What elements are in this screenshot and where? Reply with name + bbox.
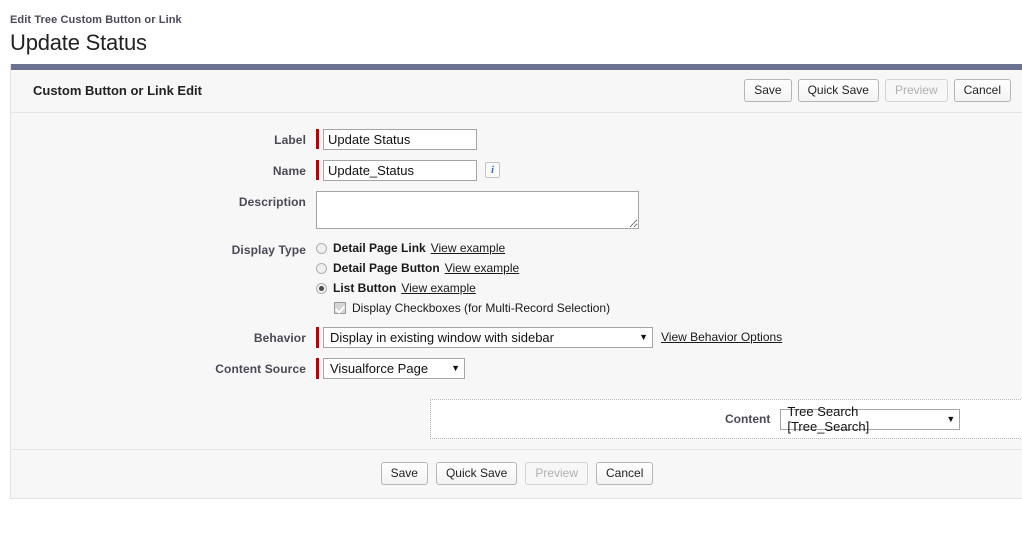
radio-icon-detail-page-button[interactable] bbox=[316, 263, 327, 274]
info-icon[interactable]: i bbox=[485, 162, 500, 178]
name-input[interactable] bbox=[323, 160, 477, 181]
description-textarea[interactable] bbox=[316, 191, 639, 229]
content-source-label: Content Source bbox=[215, 362, 306, 376]
panel-heading: Custom Button or Link Edit bbox=[33, 83, 202, 98]
row-label: Label bbox=[11, 129, 1022, 150]
behavior-control: Display in existing window with sidebar … bbox=[316, 327, 782, 348]
display-type-label: Display Type bbox=[231, 243, 306, 257]
breadcrumb: Edit Tree Custom Button or Link bbox=[10, 14, 182, 26]
form-body: Label Name i Description Display Type bbox=[11, 113, 1022, 449]
row-description: Description bbox=[11, 191, 1022, 229]
row-display-type: Display Type Detail Page Link View examp… bbox=[11, 239, 1022, 315]
content-source-control: Visualforce Page ▼ bbox=[316, 358, 465, 379]
custom-button-edit-panel: Custom Button or Link Edit Save Quick Sa… bbox=[10, 64, 1022, 499]
required-marker-content-source bbox=[316, 358, 319, 379]
behavior-label: Behavior bbox=[253, 331, 306, 345]
chevron-down-icon-content: ▼ bbox=[946, 413, 956, 424]
panel-footer: Save Quick Save Preview Cancel bbox=[11, 449, 1022, 498]
view-example-link-detail-page-button[interactable]: View example bbox=[445, 261, 519, 276]
description-field-label: Description bbox=[238, 195, 306, 209]
content-label: Content bbox=[725, 412, 771, 426]
content-source-select[interactable]: Visualforce Page ▼ bbox=[323, 358, 465, 379]
save-button-top[interactable]: Save bbox=[744, 79, 792, 102]
behavior-select-value: Display in existing window with sidebar bbox=[330, 330, 554, 345]
label-input[interactable] bbox=[323, 129, 477, 150]
radio-label-detail-page-link: Detail Page Link bbox=[333, 241, 426, 255]
content-section: Content Tree Search [Tree_Search] ▼ bbox=[430, 399, 1022, 439]
page-header: Edit Tree Custom Button or Link Update S… bbox=[0, 0, 1022, 56]
top-action-buttons: Save Quick Save Preview Cancel bbox=[744, 79, 1011, 102]
view-example-link-list-button[interactable]: View example bbox=[401, 281, 475, 296]
required-marker-label bbox=[316, 129, 319, 149]
cancel-button-top[interactable]: Cancel bbox=[953, 79, 1011, 102]
preview-button-bottom: Preview bbox=[525, 462, 589, 485]
row-name: Name i bbox=[11, 160, 1022, 181]
quick-save-button-bottom[interactable]: Quick Save bbox=[435, 462, 518, 485]
radio-label-detail-page-button: Detail Page Button bbox=[333, 261, 440, 275]
required-marker-behavior bbox=[316, 327, 319, 348]
display-checkboxes-row[interactable]: Display Checkboxes (for Multi-Record Sel… bbox=[334, 301, 610, 315]
required-marker-name bbox=[316, 160, 319, 180]
chevron-down-icon-content-source: ▼ bbox=[451, 363, 460, 373]
description-field-control bbox=[316, 191, 639, 229]
view-behavior-options-link[interactable]: View Behavior Options bbox=[661, 330, 782, 344]
chevron-down-icon-behavior: ▼ bbox=[639, 332, 648, 342]
radio-detail-page-link[interactable]: Detail Page Link View example bbox=[316, 241, 610, 256]
radio-icon-detail-page-link[interactable] bbox=[316, 243, 327, 254]
radio-label-list-button: List Button bbox=[333, 281, 397, 295]
radio-list-button[interactable]: List Button View example bbox=[316, 281, 610, 296]
behavior-select[interactable]: Display in existing window with sidebar … bbox=[323, 327, 653, 348]
display-type-radio-group: Detail Page Link View example Detail Pag… bbox=[316, 239, 610, 315]
checkbox-icon-display-checkboxes[interactable] bbox=[334, 302, 346, 314]
content-select-value: Tree Search [Tree_Search] bbox=[787, 404, 870, 434]
label-field-control bbox=[316, 129, 477, 150]
label-field-label: Label bbox=[274, 133, 306, 147]
panel-toolbar: Custom Button or Link Edit Save Quick Sa… bbox=[11, 70, 1022, 113]
name-field-control: i bbox=[316, 160, 500, 181]
radio-icon-list-button[interactable] bbox=[316, 283, 327, 294]
page-title: Update Status bbox=[10, 30, 147, 55]
quick-save-button-top[interactable]: Quick Save bbox=[797, 79, 879, 102]
view-example-link-detail-page-link[interactable]: View example bbox=[431, 241, 505, 256]
save-button-bottom[interactable]: Save bbox=[380, 462, 428, 485]
name-field-label: Name bbox=[272, 164, 306, 178]
content-select[interactable]: Tree Search [Tree_Search] ▼ bbox=[780, 404, 961, 434]
row-content-source: Content Source Visualforce Page ▼ bbox=[11, 358, 1022, 379]
content-source-select-value: Visualforce Page bbox=[330, 361, 429, 376]
content-field-group: Content Tree Search [Tree_Search] ▼ bbox=[725, 404, 961, 434]
checkbox-label-display-checkboxes: Display Checkboxes (for Multi-Record Sel… bbox=[352, 301, 611, 315]
preview-button-top: Preview bbox=[884, 79, 948, 102]
row-behavior: Behavior Display in existing window with… bbox=[11, 327, 1022, 348]
cancel-button-bottom[interactable]: Cancel bbox=[596, 462, 654, 485]
radio-detail-page-button[interactable]: Detail Page Button View example bbox=[316, 261, 610, 276]
bottom-action-buttons: Save Quick Save Preview Cancel bbox=[380, 462, 654, 485]
